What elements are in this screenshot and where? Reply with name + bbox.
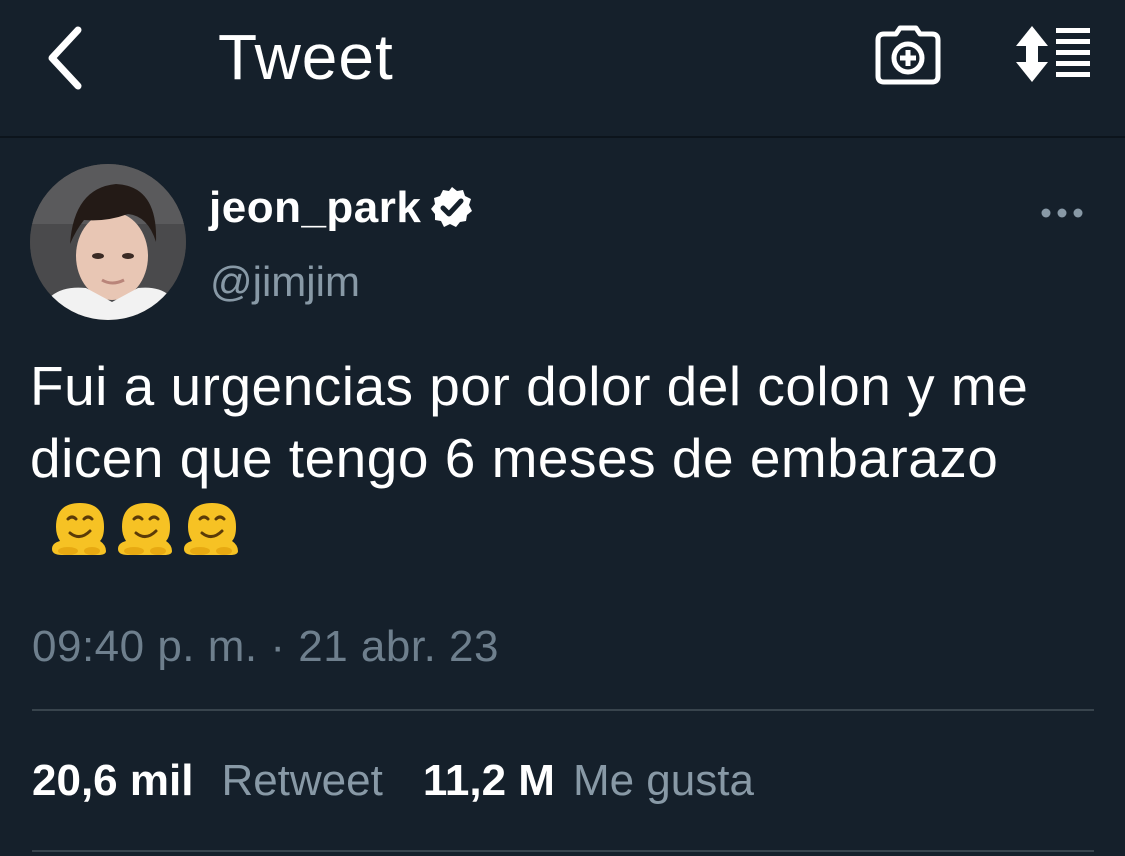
display-name[interactable]: jeon_park: [209, 183, 421, 233]
tweet-timestamp: 09:40 p. m. · 21 abr. 23: [32, 622, 499, 671]
likes-count: 11,2 M: [422, 756, 555, 805]
camera-button[interactable]: [874, 24, 942, 86]
divider: [32, 850, 1094, 852]
retweets-label: Retweet: [221, 756, 383, 805]
tweet-body: Fui a urgencias por dolor del colon y me…: [30, 350, 1100, 566]
top-navigation-bar: Tweet: [0, 0, 1125, 138]
sort-button[interactable]: [1012, 24, 1092, 84]
likes-stat[interactable]: 11,2 M Me gusta: [423, 756, 754, 806]
retweets-stat[interactable]: 20,6 mil Retweet: [32, 756, 383, 806]
back-button[interactable]: [38, 22, 94, 92]
profile-photo: [30, 164, 186, 320]
sort-list-icon: [1016, 26, 1090, 82]
chevron-left-icon: [48, 26, 82, 90]
verified-badge-icon: [431, 187, 473, 227]
avatar[interactable]: [30, 164, 186, 320]
camera-add-icon: [875, 25, 941, 85]
user-handle[interactable]: @jimjim: [210, 258, 360, 306]
likes-label: Me gusta: [572, 756, 754, 805]
divider: [32, 709, 1094, 711]
tweet-text: Fui a urgencias por dolor del colon y me…: [30, 355, 1029, 489]
engagement-stats: 20,6 mil Retweet 11,2 M Me gusta: [32, 756, 754, 812]
more-options-button[interactable]: [1040, 200, 1084, 226]
melting-face-emoji: [118, 503, 172, 555]
page-title: Tweet: [218, 21, 394, 93]
emoji-group: [48, 497, 246, 559]
retweets-count: 20,6 mil: [32, 756, 194, 805]
melting-face-emoji: [184, 503, 238, 555]
melting-face-emoji: [52, 503, 106, 555]
display-name-row: jeon_park: [209, 180, 475, 236]
more-horizontal-icon: [1041, 208, 1083, 218]
tweet-detail-screen: Tweet jeon_park @jimjim Fui a urgencias …: [0, 0, 1125, 856]
